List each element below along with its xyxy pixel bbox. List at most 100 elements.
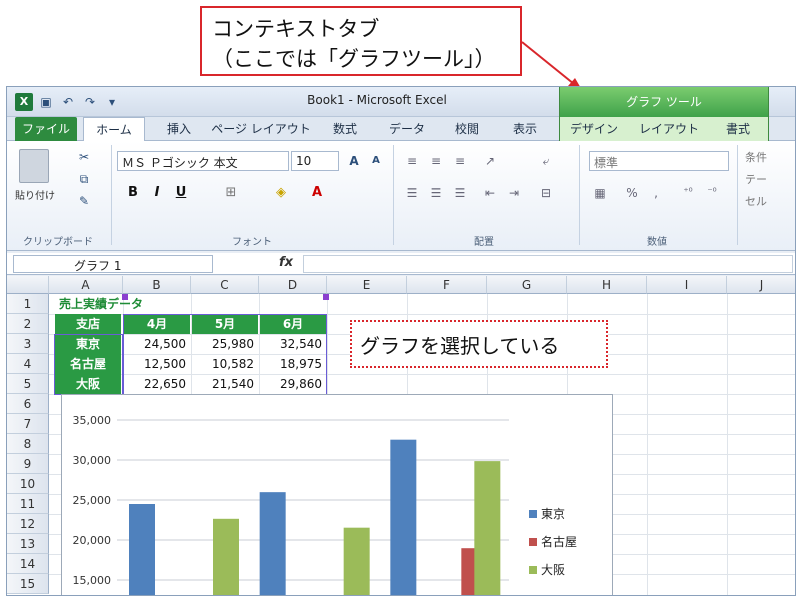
chart-bar — [474, 461, 501, 595]
align-middle-icon[interactable]: ≡ — [427, 153, 445, 169]
ribbon-tabs: ファイル ホーム 挿入 ページ レイアウト 数式 データ 校閲 表示 デザイン … — [7, 117, 795, 142]
align-bottom-icon[interactable]: ≡ — [451, 153, 469, 169]
tab-design[interactable]: デザイン — [564, 117, 624, 141]
row-header[interactable]: 9 — [7, 454, 49, 474]
row-header[interactable]: 14 — [7, 554, 49, 574]
row-header[interactable]: 4 — [7, 354, 49, 374]
align-center-icon[interactable]: ☰ — [427, 185, 445, 201]
column-header[interactable]: H — [567, 276, 647, 294]
column-header[interactable]: D — [259, 276, 327, 294]
legend-label: 名古屋 — [541, 534, 577, 549]
increase-indent-icon[interactable]: ⇥ — [505, 185, 523, 201]
format-painter-icon[interactable]: ✎ — [75, 193, 93, 209]
tab-view[interactable]: 表示 — [497, 117, 553, 141]
formula-bar: グラフ 1 fx — [7, 253, 795, 275]
row-header[interactable]: 11 — [7, 494, 49, 514]
tab-file[interactable]: ファイル — [15, 117, 77, 141]
row-header[interactable]: 15 — [7, 574, 49, 594]
row-header[interactable]: 10 — [7, 474, 49, 494]
y-tick-label: 20,000 — [73, 534, 112, 547]
customize-qa-icon[interactable]: ▾ — [103, 93, 121, 111]
legend-label: 大阪 — [541, 563, 565, 577]
shrink-font-icon[interactable]: A — [367, 153, 385, 169]
cut-icon[interactable]: ✂ — [75, 149, 93, 165]
select-all-corner[interactable] — [7, 276, 49, 294]
tab-insert[interactable]: 挿入 — [151, 117, 207, 141]
tab-data[interactable]: データ — [377, 117, 437, 141]
grid-line — [727, 294, 728, 595]
row-header[interactable]: 5 — [7, 374, 49, 394]
align-top-icon[interactable]: ≡ — [403, 153, 421, 169]
tab-formulas[interactable]: 数式 — [317, 117, 373, 141]
accounting-format-icon[interactable]: ▦ — [591, 185, 609, 201]
column-header[interactable]: F — [407, 276, 487, 294]
row-header[interactable]: 7 — [7, 414, 49, 434]
formula-input[interactable] — [303, 255, 793, 273]
chart-plot[interactable]: 35,000 30,000 25,000 20,000 15,000 東京名古屋大阪 — [69, 402, 607, 596]
format-as-table-button[interactable]: テー — [745, 171, 767, 187]
tab-review[interactable]: 校閲 — [439, 117, 495, 141]
decrease-decimal-icon[interactable]: ⁻⁰ — [703, 185, 721, 201]
range-handle[interactable] — [122, 294, 128, 300]
paste-icon[interactable] — [19, 149, 49, 183]
align-right-icon[interactable]: ☰ — [451, 185, 469, 201]
fill-color-icon[interactable]: ◈ — [271, 183, 291, 203]
table-title[interactable]: 売上実績データ — [55, 294, 147, 314]
undo-icon[interactable]: ↶ — [59, 93, 77, 111]
borders-icon[interactable]: ⊞ — [221, 183, 241, 203]
tab-chart-layout[interactable]: レイアウト — [634, 117, 704, 141]
redo-icon[interactable]: ↷ — [81, 93, 99, 111]
tab-format[interactable]: 書式 — [712, 117, 764, 141]
insert-function-button[interactable]: fx — [279, 255, 299, 270]
name-box[interactable]: グラフ 1 — [13, 255, 213, 273]
row-header[interactable]: 13 — [7, 534, 49, 554]
align-left-icon[interactable]: ☰ — [403, 185, 421, 201]
row-header[interactable]: 8 — [7, 434, 49, 454]
merge-center-icon[interactable]: ⊟ — [537, 185, 555, 201]
legend-swatch — [529, 538, 537, 546]
chart-category-range — [54, 334, 123, 395]
percent-style-button[interactable]: % — [623, 185, 641, 201]
header-cell[interactable]: 支店 — [55, 314, 121, 334]
tab-page-layout[interactable]: ページ レイアウト — [209, 117, 313, 141]
row-header[interactable]: 2 — [7, 314, 49, 334]
increase-decimal-icon[interactable]: ⁺⁰ — [679, 185, 697, 201]
group-separator — [579, 145, 580, 245]
wrap-text-icon[interactable]: ⤶ — [537, 153, 555, 169]
number-format-select[interactable]: 標準 — [589, 151, 729, 171]
tab-home[interactable]: ホーム — [83, 117, 145, 142]
row-header[interactable]: 1 — [7, 294, 49, 314]
underline-icon[interactable]: U — [171, 183, 191, 203]
orientation-icon[interactable]: ↗ — [481, 153, 499, 169]
chart-bar — [213, 518, 239, 595]
decrease-indent-icon[interactable]: ⇤ — [481, 185, 499, 201]
italic-icon[interactable]: I — [147, 183, 167, 203]
column-header[interactable]: I — [647, 276, 727, 294]
grid-line — [647, 294, 648, 595]
save-icon[interactable]: ▣ — [37, 93, 55, 111]
row-header[interactable]: 3 — [7, 334, 49, 354]
chart-bar — [259, 492, 286, 595]
range-handle[interactable] — [323, 294, 329, 300]
font-color-icon[interactable]: A — [307, 183, 327, 203]
font-family-select[interactable]: ＭＳ Ｐゴシック 本文 — [117, 151, 289, 171]
chart-bar — [343, 527, 370, 595]
font-size-select[interactable]: 10 — [291, 151, 339, 171]
column-header[interactable]: A — [49, 276, 123, 294]
group-separator — [393, 145, 394, 245]
column-header[interactable]: G — [487, 276, 567, 294]
row-header[interactable]: 6 — [7, 394, 49, 414]
column-header[interactable]: J — [727, 276, 795, 294]
cell-styles-button[interactable]: セル — [745, 193, 767, 209]
copy-icon[interactable]: ⧉ — [75, 171, 93, 187]
paste-label[interactable]: 貼り付け — [13, 187, 57, 202]
column-header[interactable]: B — [123, 276, 191, 294]
bold-icon[interactable]: B — [123, 183, 143, 203]
column-header[interactable]: C — [191, 276, 259, 294]
grow-font-icon[interactable]: A — [345, 153, 363, 169]
group-separator — [737, 145, 738, 245]
conditional-formatting-button[interactable]: 条件 — [745, 149, 767, 165]
row-header[interactable]: 12 — [7, 514, 49, 534]
comma-style-icon[interactable]: , — [647, 185, 665, 201]
column-header[interactable]: E — [327, 276, 407, 294]
